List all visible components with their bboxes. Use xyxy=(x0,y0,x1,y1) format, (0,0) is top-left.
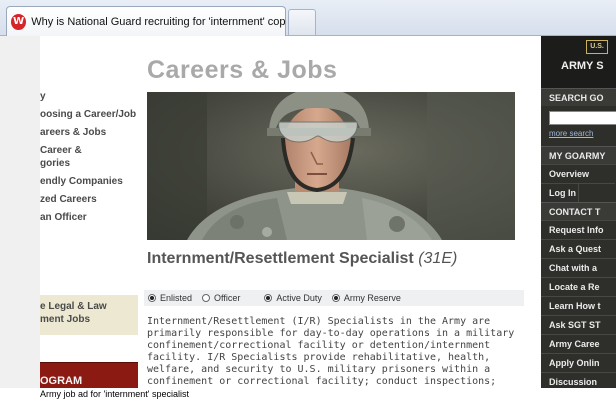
option-enlisted-label: Enlisted xyxy=(160,293,193,303)
left-nav-item[interactable]: Career & xyxy=(40,144,140,157)
left-nav-item[interactable]: gories xyxy=(40,157,140,170)
legal-box-line: e Legal & Law xyxy=(40,301,107,312)
nav-discussion[interactable]: Discussion xyxy=(541,372,616,388)
left-nav-item[interactable]: zed Careers xyxy=(40,193,140,206)
soldier-photo xyxy=(147,92,515,240)
radio-active-duty[interactable] xyxy=(264,294,273,302)
job-options-bar: Enlisted Officer Active Duty Army Reserv… xyxy=(144,290,524,306)
page-title: Careers & Jobs xyxy=(147,56,338,84)
radio-army-reserve[interactable] xyxy=(331,294,340,302)
search-input[interactable] xyxy=(549,111,616,125)
nav-chat[interactable]: Chat with a xyxy=(541,258,616,277)
left-margin xyxy=(0,36,40,388)
radio-enlisted[interactable] xyxy=(148,294,156,302)
image-caption: Army job ad for 'internment' specialist xyxy=(40,389,189,399)
tab-title: Why is National Guard recruiting for 'in… xyxy=(31,15,285,28)
nav-ask-question[interactable]: Ask a Quest xyxy=(541,239,616,258)
nav-overview[interactable]: Overview xyxy=(541,164,616,183)
us-army-logo: U.S. xyxy=(586,40,608,54)
left-nav-item[interactable]: oosing a Career/Job xyxy=(40,108,140,121)
nav-apply-online[interactable]: Apply Onlin xyxy=(541,353,616,372)
program-bar[interactable]: OGRAM xyxy=(40,362,138,388)
browser-tab-strip: W Why is National Guard recruiting for '… xyxy=(0,0,616,36)
contact-header: CONTACT T xyxy=(541,202,616,220)
more-search-link[interactable]: more search xyxy=(549,129,616,138)
nav-ask-sgt-star[interactable]: Ask SGT ST xyxy=(541,315,616,334)
legal-law-jobs-box[interactable]: e Legal & Law ment Jobs xyxy=(40,295,138,335)
nav-army-careers[interactable]: Army Caree xyxy=(541,334,616,353)
left-nav-item[interactable]: y xyxy=(40,90,140,103)
option-officer-label: Officer xyxy=(214,293,241,303)
option-active-duty-label: Active Duty xyxy=(276,293,322,303)
job-title: Internment/Resettlement Specialist (31E) xyxy=(147,250,457,268)
right-nav: U.S. ARMY S SEARCH GO more search MY GOA… xyxy=(541,36,616,388)
nav-locate-recruiter[interactable]: Locate a Re xyxy=(541,277,616,296)
left-nav-item[interactable]: areers & Jobs xyxy=(40,126,140,139)
nav-register[interactable] xyxy=(578,183,615,202)
job-title-text: Internment/Resettlement Specialist xyxy=(147,250,414,267)
login-row: Log In xyxy=(541,183,616,202)
web-page: Careers & Jobs y oosing a Career/Job are… xyxy=(0,36,616,388)
new-tab-button[interactable] xyxy=(288,9,316,35)
nav-learn-how[interactable]: Learn How t xyxy=(541,296,616,315)
left-nav-item[interactable]: endly Companies xyxy=(40,175,140,188)
browser-tab[interactable]: W Why is National Guard recruiting for '… xyxy=(6,6,286,36)
legal-box-line: ment Jobs xyxy=(40,314,91,325)
left-nav: y oosing a Career/Job areers & Jobs Care… xyxy=(40,90,140,229)
search-goarmy-label: SEARCH GO xyxy=(541,88,616,106)
option-active-duty[interactable]: Active Duty xyxy=(264,293,322,303)
my-goarmy-header: MY GOARMY xyxy=(541,146,616,164)
army-header: U.S. ARMY S xyxy=(541,36,616,88)
option-army-reserve-label: Army Reserve xyxy=(343,293,401,303)
job-code: (31E) xyxy=(418,250,458,267)
army-strong-label: ARMY S xyxy=(561,60,604,72)
nav-request-info[interactable]: Request Info xyxy=(541,220,616,239)
nav-log-in[interactable]: Log In xyxy=(541,183,578,202)
job-description: Internment/Resettlement (I/R) Specialist… xyxy=(147,316,515,387)
wordpress-icon: W xyxy=(11,13,27,30)
option-officer[interactable]: Officer xyxy=(202,293,240,303)
option-army-reserve[interactable]: Army Reserve xyxy=(331,293,401,303)
option-enlisted[interactable]: Enlisted xyxy=(148,293,192,303)
soldier-illustration xyxy=(147,92,515,240)
program-bar-label: OGRAM xyxy=(40,375,83,387)
radio-officer[interactable] xyxy=(202,294,211,302)
left-nav-item[interactable]: an Officer xyxy=(40,211,140,224)
